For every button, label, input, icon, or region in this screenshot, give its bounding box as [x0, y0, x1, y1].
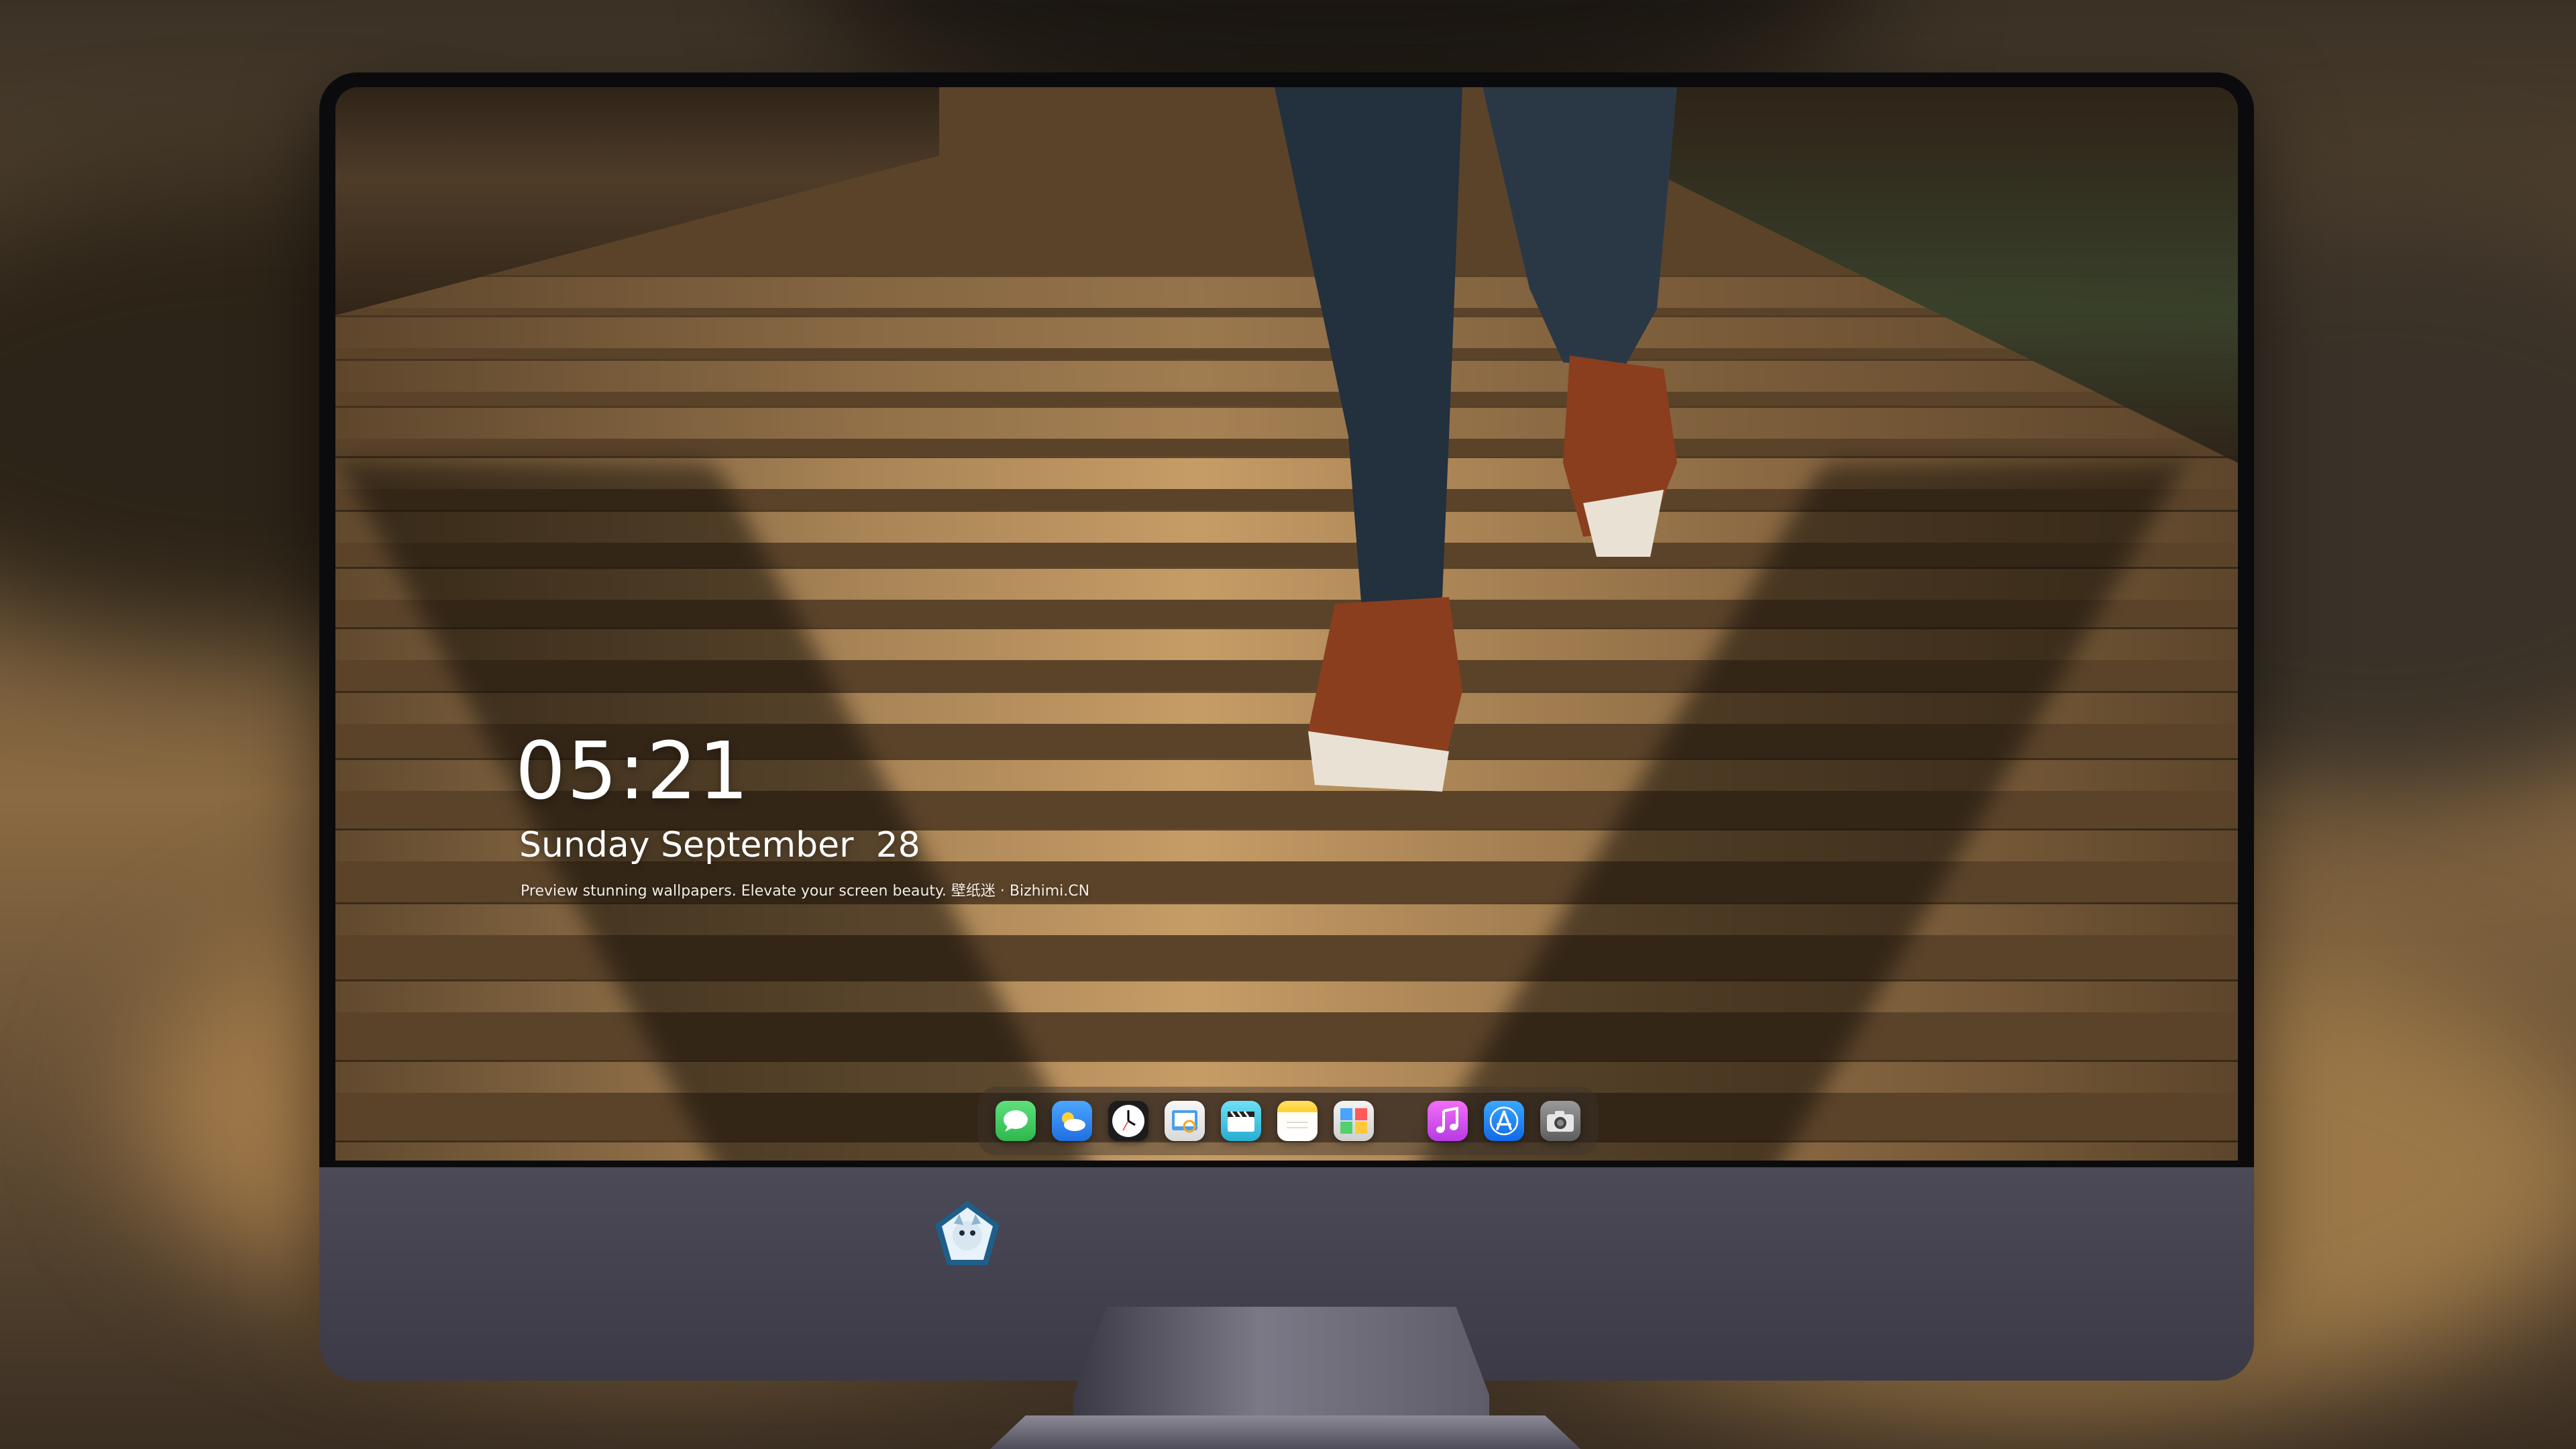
monitor-stand-foot [990, 1415, 1580, 1449]
clock-icon[interactable] [1108, 1101, 1148, 1141]
clips-icon[interactable] [1221, 1101, 1261, 1141]
dock [978, 1087, 1598, 1155]
mascot-logo-icon [935, 1201, 1000, 1265]
app-store-icon[interactable] [1484, 1101, 1524, 1141]
notes-icon[interactable] [1277, 1101, 1318, 1141]
photo-booth-icon[interactable] [1334, 1101, 1374, 1141]
screen: 05:21 Sunday September 28 Preview stunni… [335, 87, 2238, 1161]
camera-icon[interactable] [1540, 1101, 1580, 1141]
monitor: 05:21 Sunday September 28 Preview stunni… [319, 72, 2254, 1381]
music-icon[interactable] [1428, 1101, 1468, 1141]
messages-icon[interactable] [996, 1101, 1036, 1141]
lockscreen-tagline: Preview stunning wallpapers. Elevate you… [521, 883, 1090, 900]
lockscreen-clock: 05:21 [515, 724, 751, 817]
weather-icon[interactable] [1052, 1101, 1092, 1141]
wallpaper [335, 87, 2238, 1161]
lockscreen-date: Sunday September 28 [519, 825, 920, 865]
walking-legs [1275, 87, 1677, 792]
preview-icon[interactable] [1165, 1101, 1205, 1141]
